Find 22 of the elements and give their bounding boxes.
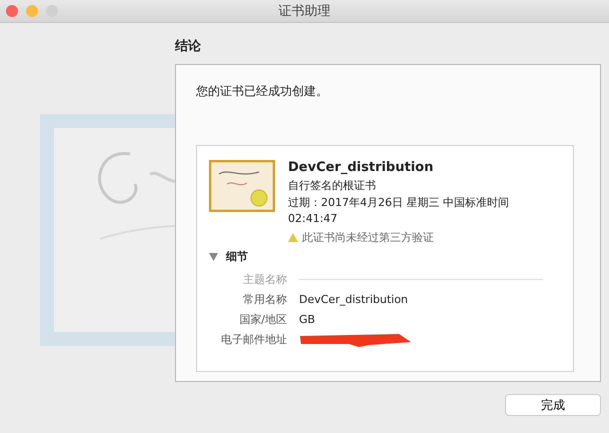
warning-icon xyxy=(288,233,298,242)
done-button[interactable]: 完成 xyxy=(505,394,601,416)
minimize-button[interactable] xyxy=(26,5,38,17)
certificate-name: DevCer_distribution xyxy=(288,160,434,175)
field-value: DevCer_distribution xyxy=(299,293,409,306)
success-message: 您的证书已经成功创建。 xyxy=(196,83,329,100)
expiry-date: 过期：2017年4月26日 星期三 中国标准时间 xyxy=(288,195,509,210)
window-title: 证书助理 xyxy=(278,3,330,20)
field-label: 电子邮件地址 xyxy=(220,332,287,347)
field-label: 国家/地区 xyxy=(238,312,287,327)
section-heading: 结论 xyxy=(175,38,202,55)
details-toggle[interactable]: 细节 xyxy=(209,249,248,264)
field-value: GB xyxy=(299,313,316,326)
warning-text: 此证书尚未经过第三方验证 xyxy=(302,230,434,245)
disclosure-triangle-icon xyxy=(209,252,218,260)
certificate-type: 自行签名的根证书 xyxy=(288,178,377,193)
field-label: 常用名称 xyxy=(242,292,287,307)
close-button[interactable] xyxy=(6,5,18,17)
section-label: 主题名称 xyxy=(242,272,287,287)
details-label: 细节 xyxy=(226,249,248,264)
expiry-time: 02:41:47 xyxy=(288,212,338,225)
certificate-icon xyxy=(209,160,275,212)
